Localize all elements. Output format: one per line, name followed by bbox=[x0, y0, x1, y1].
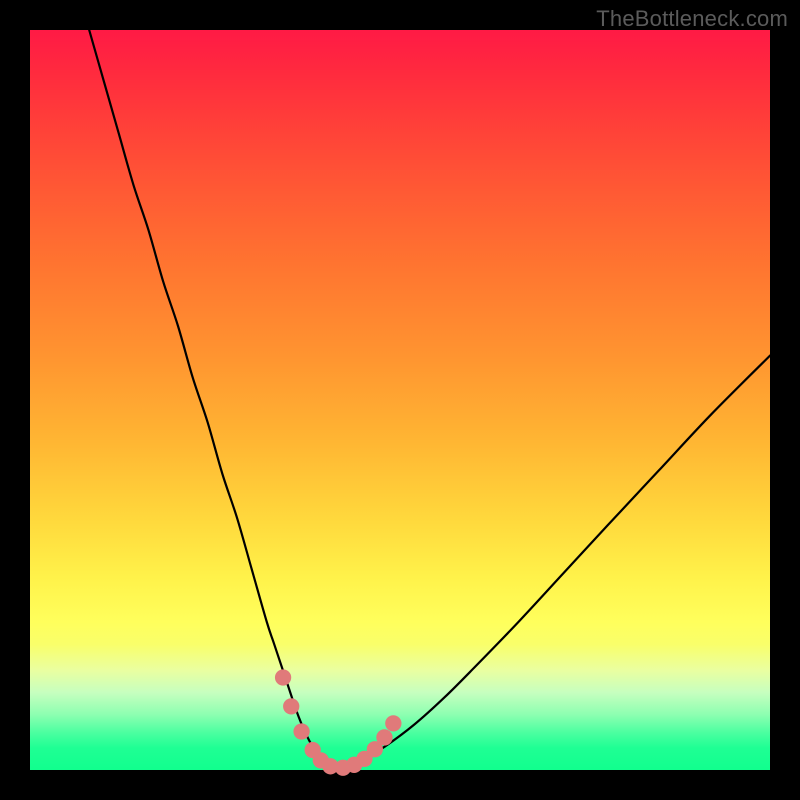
curve-marker bbox=[385, 715, 401, 731]
curve-layer bbox=[30, 30, 770, 770]
curve-marker bbox=[275, 669, 291, 685]
curve-marker bbox=[376, 729, 392, 745]
curve-markers bbox=[275, 669, 402, 776]
plot-area bbox=[30, 30, 770, 770]
chart-frame: TheBottleneck.com bbox=[0, 0, 800, 800]
curve-marker bbox=[283, 698, 299, 714]
watermark-text: TheBottleneck.com bbox=[596, 6, 788, 32]
bottleneck-curve bbox=[89, 30, 770, 770]
curve-marker bbox=[293, 723, 309, 739]
